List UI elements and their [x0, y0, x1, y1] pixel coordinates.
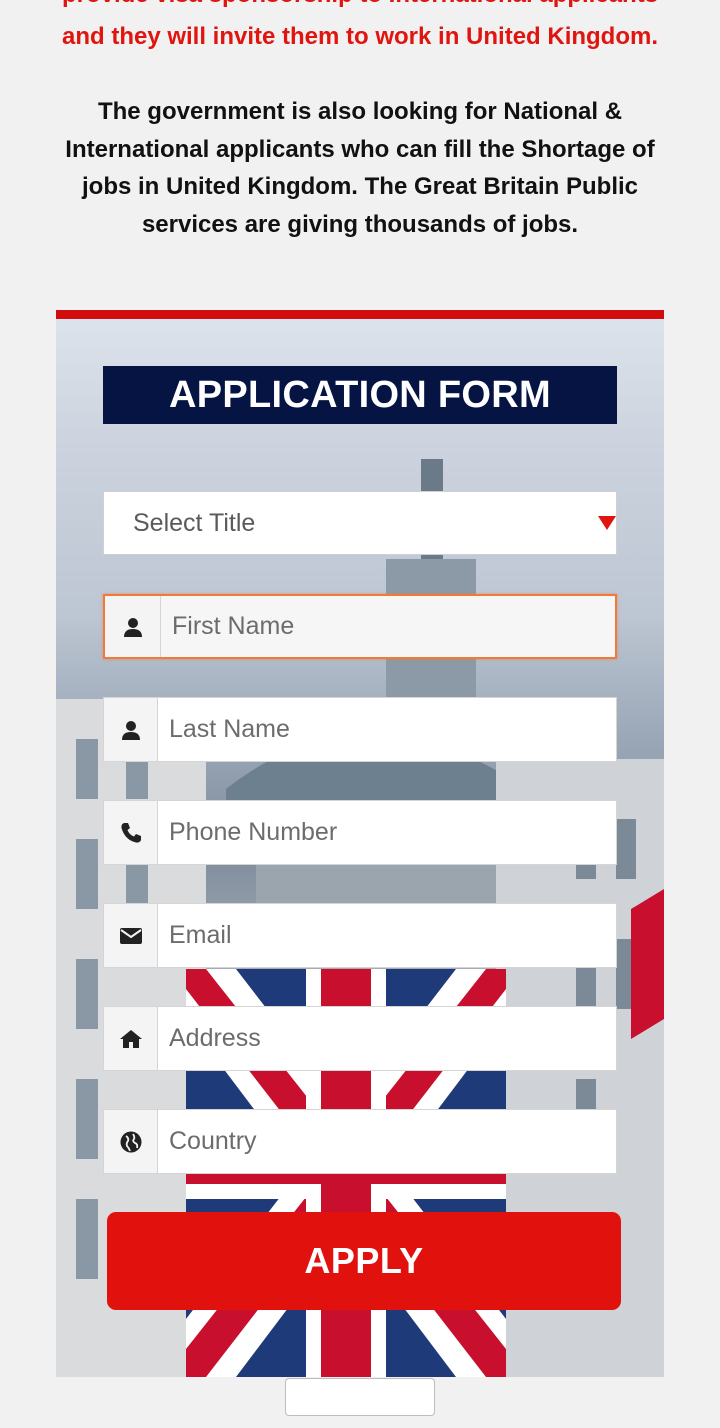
country-field: [103, 1109, 617, 1174]
select-title-value: Select Title: [133, 508, 256, 537]
select-title-dropdown[interactable]: Select Title: [103, 491, 617, 555]
last-name-input[interactable]: [158, 697, 617, 762]
first-name-input[interactable]: [160, 596, 615, 657]
intro-paragraph: The government is also looking for Natio…: [65, 98, 655, 238]
envelope-icon: [103, 903, 158, 968]
form-title: APPLICATION FORM: [103, 366, 617, 424]
address-input[interactable]: [158, 1006, 617, 1071]
apply-button[interactable]: APPLY: [107, 1212, 621, 1310]
phone-icon: [103, 800, 158, 865]
user-icon: [105, 596, 160, 657]
home-icon: [103, 1006, 158, 1071]
application-form-card: APPLICATION FORM Select Title First Name…: [56, 310, 664, 1377]
triangle-down-icon: [598, 516, 616, 530]
intro-red-cut-line: provide visa sponsorship to Internationa…: [0, 0, 720, 14]
country-input[interactable]: [158, 1109, 617, 1174]
intro-red-line: and they will invite them to work in Uni…: [61, 23, 659, 50]
globe-icon: [103, 1109, 158, 1174]
footer-input-box[interactable]: [285, 1378, 435, 1416]
address-field: [103, 1006, 617, 1071]
email-input[interactable]: [158, 903, 617, 968]
last-name-field: [103, 697, 617, 762]
phone-number-field: [103, 800, 617, 865]
phone-number-input[interactable]: [158, 800, 617, 865]
first-name-field: [103, 594, 617, 659]
user-icon: [103, 697, 158, 762]
email-field: [103, 903, 617, 968]
